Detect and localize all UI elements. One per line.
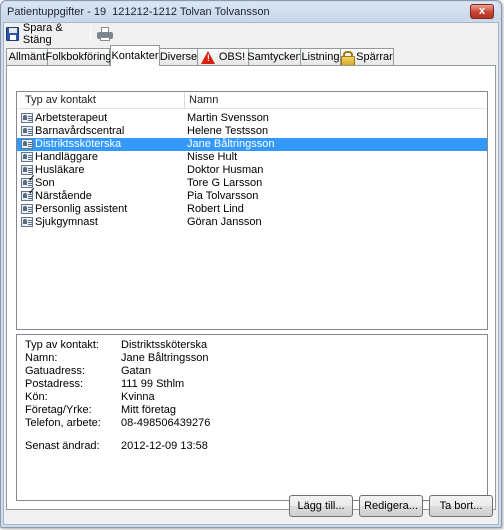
contact-card-icon (21, 139, 33, 149)
contact-row[interactable]: Husläkare Doktor Husman (17, 164, 487, 177)
contact-type: Handläggare (35, 151, 98, 163)
tab-allmant[interactable]: Allmänt (6, 48, 48, 65)
detail-value: Distriktssköterska (121, 339, 208, 351)
contact-name: Doktor Husman (187, 164, 264, 176)
patient-details-window: Patientuppgifter - 19 121212-1212 Tolvan… (0, 0, 502, 528)
contact-details-box: Typ av kontakt: Distriktssköterska Namn:… (16, 334, 488, 501)
close-button[interactable]: x (470, 4, 494, 19)
tab-kontakter[interactable]: Kontakter (110, 45, 160, 66)
detail-value: Kvinna (121, 391, 155, 403)
tab-label: Folkbokföring (45, 51, 112, 63)
tab-listning[interactable]: Listning (300, 48, 341, 65)
detail-label: Företag/Yrke: (25, 404, 92, 416)
toolbar-separator (90, 26, 91, 41)
contact-row[interactable]: Arbetsterapeut Martin Svensson (17, 112, 487, 125)
contact-name: Pia Tolvarsson (187, 190, 259, 202)
warning-icon (200, 50, 216, 64)
contact-row[interactable]: ✓ Närstående Pia Tolvarsson (17, 187, 487, 203)
detail-label: Typ av kontakt: (25, 339, 99, 351)
contact-type: Distriktssköterska (35, 138, 122, 150)
contact-row[interactable]: Sjukgymnast Göran Jansson (17, 216, 487, 229)
floppy-disk-icon (6, 26, 19, 41)
tab-label: Samtycken (247, 51, 302, 63)
contact-type: Husläkare (35, 164, 85, 176)
contact-row[interactable]: Barnavårdscentral Helene Testsson (17, 125, 487, 138)
tab-label: Diverse (159, 51, 198, 63)
tab-obs[interactable]: OBS! (197, 48, 249, 65)
detail-label: Postadress: (25, 378, 84, 390)
contact-card-icon (21, 217, 33, 227)
detail-label: Namn: (25, 352, 58, 364)
contact-name: Nisse Hult (187, 151, 238, 163)
lock-icon (341, 50, 356, 66)
save-and-close-button[interactable]: Spara & Stäng (6, 22, 88, 46)
contact-type: Arbetsterapeut (35, 112, 108, 124)
contact-row[interactable]: ✓ Son Tore G Larsson (17, 174, 487, 190)
contact-card-icon (21, 126, 33, 136)
tab-sparrar[interactable]: Spärrar (340, 48, 394, 66)
detail-value: 08-498506439276 (121, 417, 211, 429)
contact-card-icon (21, 152, 33, 162)
contact-card-checked-icon: ✓ (21, 187, 36, 201)
column-header-name[interactable]: Namn (189, 94, 218, 106)
contact-card-icon (21, 204, 33, 214)
detail-value: Gatan (121, 365, 151, 377)
contact-type: Personlig assistent (35, 203, 128, 215)
contact-name: Tore G Larsson (187, 177, 263, 189)
window-title: Patientuppgifter - 19 121212-1212 Tolvan… (7, 6, 270, 18)
save-and-close-label: Spara & Stäng (22, 21, 63, 46)
detail-label: Gatuadress: (25, 365, 85, 377)
contact-type: Närstående (35, 190, 92, 202)
contact-row[interactable]: Personlig assistent Robert Lind (17, 203, 487, 216)
window-client-area: Spara & Stäng Allmänt Folkbokföring Kont… (3, 22, 499, 525)
contact-card-icon (21, 113, 33, 123)
contact-row-selected[interactable]: Distriktssköterska Jane Båltringsson (17, 138, 487, 151)
tab-label: Spärrar (356, 51, 393, 63)
column-separator[interactable] (184, 92, 185, 109)
detail-label: Telefon, arbete: (25, 417, 101, 429)
contact-type: Sjukgymnast (35, 216, 98, 228)
add-button[interactable]: Lägg till... (289, 495, 353, 517)
contact-name: Robert Lind (187, 203, 244, 215)
detail-value: 111 99 Sthlm (121, 378, 185, 390)
print-button[interactable] (94, 25, 116, 42)
tab-label: OBS! (218, 51, 246, 63)
contacts-list[interactable]: Typ av kontakt Namn Arbetsterapeut Marti… (16, 91, 488, 330)
tab-diverse[interactable]: Diverse (159, 48, 198, 65)
detail-value: Mitt företag (121, 404, 177, 416)
contact-name: Göran Jansson (187, 216, 262, 228)
contacts-tab-panel: Typ av kontakt Namn Arbetsterapeut Marti… (6, 65, 496, 510)
modified-value: 2012-12-09 13:58 (121, 440, 208, 452)
tab-strip: Allmänt Folkbokföring Kontakter Diverse … (6, 45, 496, 66)
contact-name: Martin Svensson (187, 112, 269, 124)
list-header: Typ av kontakt Namn (17, 92, 487, 109)
toolbar: Spara & Stäng (4, 22, 498, 46)
contact-type: Barnavårdscentral (35, 125, 125, 137)
tab-label: Listning (301, 51, 340, 63)
tab-samtycken[interactable]: Samtycken (247, 48, 302, 65)
tab-label: Allmänt (8, 51, 46, 63)
title-bar[interactable]: Patientuppgifter - 19 121212-1212 Tolvan… (2, 2, 500, 21)
contact-name: Jane Båltringsson (187, 138, 275, 150)
column-header-type[interactable]: Typ av kontakt (25, 94, 96, 106)
contact-name: Helene Testsson (187, 125, 269, 137)
delete-button[interactable]: Ta bort... (429, 495, 493, 517)
detail-label: Kön: (25, 391, 48, 403)
contact-row[interactable]: Handläggare Nisse Hult (17, 151, 487, 164)
detail-value: Jane Båltringsson (121, 352, 209, 364)
tab-folkbokforing[interactable]: Folkbokföring (45, 48, 112, 65)
tab-label: Kontakter (111, 50, 159, 62)
contact-type: Son (35, 177, 55, 189)
modified-label: Senast ändrad: (25, 440, 100, 452)
printer-icon (97, 26, 113, 41)
edit-button[interactable]: Redigera... (359, 495, 423, 517)
